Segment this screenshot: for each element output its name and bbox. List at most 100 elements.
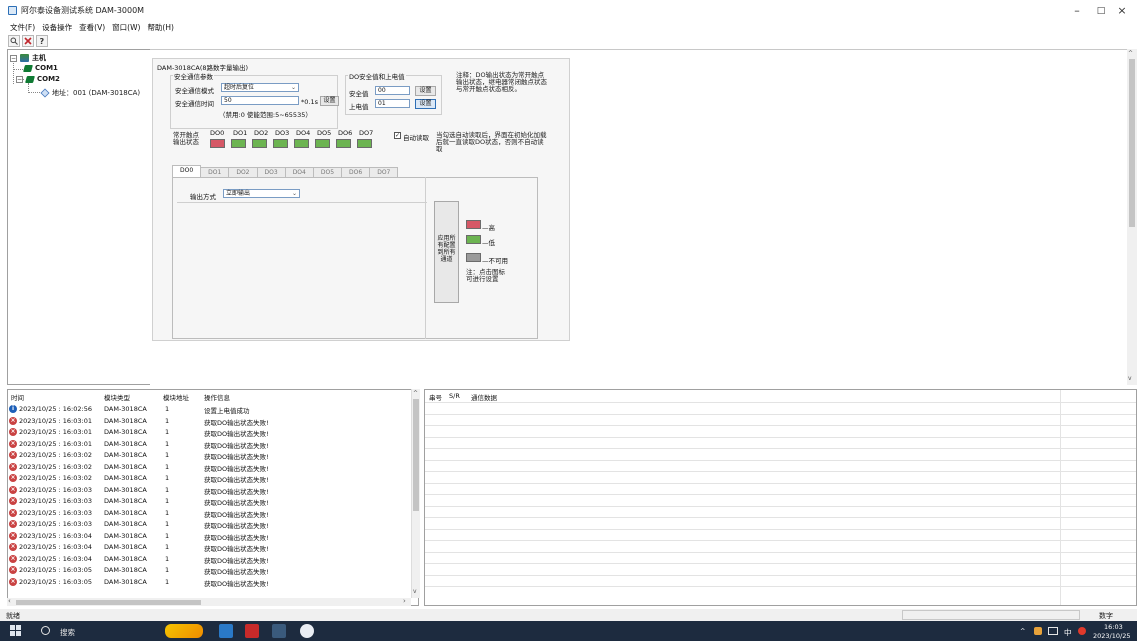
led-do6[interactable]: [336, 139, 351, 148]
ime-indicator[interactable]: 中: [1064, 627, 1072, 638]
menu-window[interactable]: 窗口(W): [112, 22, 140, 34]
clock-time[interactable]: 16:03: [1104, 623, 1123, 631]
log-row[interactable]: × 2023/10/25 : 16:03:03 DAM-3018CA 1 获取DO输出状…: [8, 484, 412, 496]
log-row[interactable]: × 2023/10/25 : 16:03:04 DAM-3018CA 1 获取DO输出状…: [8, 530, 412, 542]
app-icon: [8, 6, 17, 15]
tab-do2[interactable]: DO2: [228, 167, 258, 177]
log-horizontal-scrollbar[interactable]: ‹ ›: [7, 597, 411, 606]
channel-label: DO4: [296, 129, 311, 137]
menu-file[interactable]: 文件(F): [10, 22, 35, 34]
network-icon[interactable]: [1048, 627, 1058, 635]
log-row[interactable]: × 2023/10/25 : 16:03:02 DAM-3018CA 1 获取DO输出状…: [8, 472, 412, 484]
scroll-left-icon[interactable]: ‹: [8, 597, 11, 605]
grid-line: [425, 482, 1136, 484]
power-set-button[interactable]: 设置: [415, 99, 436, 109]
tab-do6[interactable]: DO6: [341, 167, 371, 177]
time-unit: *0.1s: [301, 98, 318, 106]
led-do4[interactable]: [294, 139, 309, 148]
tree-item-com2[interactable]: − COM2: [16, 75, 60, 83]
log-row[interactable]: × 2023/10/25 : 16:03:03 DAM-3018CA 1 获取DO输出状…: [8, 507, 412, 519]
tab-do3[interactable]: DO3: [256, 167, 286, 177]
led-do5[interactable]: [315, 139, 330, 148]
scroll-up-icon[interactable]: ^: [1128, 50, 1133, 57]
search-icon[interactable]: [41, 626, 50, 635]
log-row[interactable]: × 2023/10/25 : 16:03:03 DAM-3018CA 1 获取DO输出状…: [8, 495, 412, 507]
log-row[interactable]: × 2023/10/25 : 16:03:02 DAM-3018CA 1 获取DO输出状…: [8, 461, 412, 473]
scroll-thumb[interactable]: [16, 600, 201, 605]
tree-item-address[interactable]: 地址：001 (DAM-3018CA): [40, 88, 140, 98]
collapse-toggle[interactable]: −: [10, 54, 17, 62]
tab-do5[interactable]: DO5: [312, 167, 343, 177]
log-vertical-scrollbar[interactable]: ^ v: [411, 389, 420, 598]
tray-app-icon[interactable]: [1034, 627, 1042, 635]
weather-widget-icon[interactable]: [165, 624, 203, 638]
search-device-button[interactable]: [8, 35, 20, 47]
scroll-down-icon[interactable]: v: [413, 588, 417, 595]
tree-item-host[interactable]: − 主机: [10, 53, 46, 63]
tray-s-icon[interactable]: [1078, 627, 1086, 635]
time-input[interactable]: 50: [221, 96, 299, 105]
column-header-data[interactable]: 通信数据: [471, 392, 497, 402]
taskbar-search[interactable]: 搜索: [60, 627, 75, 638]
scroll-thumb[interactable]: [413, 399, 419, 511]
tab-do4[interactable]: DO4: [284, 167, 314, 177]
safe-set-button[interactable]: 设置: [415, 86, 436, 96]
tab-do0[interactable]: DO0: [172, 165, 202, 177]
delete-device-button[interactable]: [22, 35, 34, 47]
clock-date[interactable]: 2023/10/25: [1093, 632, 1137, 640]
close-button[interactable]: ×: [1108, 2, 1136, 19]
scroll-right-icon[interactable]: ›: [403, 597, 406, 605]
log-row[interactable]: × 2023/10/25 : 16:03:01 DAM-3018CA 1 获取DO输出状…: [8, 415, 412, 427]
legend-na-label: —不可用: [482, 257, 508, 265]
column-header-message[interactable]: 操作信息: [204, 392, 230, 402]
menu-view[interactable]: 查看(V): [79, 22, 105, 34]
column-header-type[interactable]: 模块类型: [104, 392, 130, 402]
led-do2[interactable]: [252, 139, 267, 148]
wps-icon[interactable]: [245, 624, 259, 638]
file-explorer-icon[interactable]: [219, 624, 233, 638]
app-window-icon[interactable]: [272, 624, 286, 638]
log-row[interactable]: × 2023/10/25 : 16:03:01 DAM-3018CA 1 获取DO输出状…: [8, 426, 412, 438]
menu-device[interactable]: 设备操作: [42, 22, 72, 34]
led-do1[interactable]: [231, 139, 246, 148]
output-mode-label: 输出方式: [190, 193, 216, 201]
apply-all-button[interactable]: 应用所有配置到所有通道: [434, 201, 459, 303]
tab-do7[interactable]: DO7: [369, 167, 399, 177]
start-button[interactable]: [10, 625, 22, 637]
browser-icon[interactable]: [300, 624, 314, 638]
main-vertical-scrollbar[interactable]: ^ v: [1127, 49, 1137, 385]
log-row[interactable]: i 2023/10/25 : 16:02:56 DAM-3018CA 1 设置上电值成功: [8, 403, 412, 415]
serial-port-icon: [23, 64, 33, 72]
log-row[interactable]: × 2023/10/25 : 16:03:02 DAM-3018CA 1 获取DO输出状…: [8, 449, 412, 461]
tray-overflow-icon[interactable]: ^: [1020, 627, 1025, 635]
tab-do1[interactable]: DO1: [200, 167, 230, 177]
log-row[interactable]: × 2023/10/25 : 16:03:05 DAM-3018CA 1 获取DO输出状…: [8, 564, 412, 576]
auto-read-checkbox[interactable]: ✓: [394, 132, 401, 139]
log-row[interactable]: × 2023/10/25 : 16:03:05 DAM-3018CA 1 获取DO输出状…: [8, 576, 412, 588]
column-header-time[interactable]: 时间: [11, 392, 24, 402]
collapse-toggle[interactable]: −: [16, 75, 23, 83]
output-mode-select[interactable]: 立即输出 ⌄: [223, 189, 300, 198]
scroll-thumb[interactable]: [1129, 59, 1135, 227]
led-do3[interactable]: [273, 139, 288, 148]
column-header-serial[interactable]: 串号: [429, 392, 442, 402]
scroll-down-icon[interactable]: v: [1128, 375, 1132, 382]
menu-help[interactable]: 帮助(H): [147, 22, 174, 34]
led-do7[interactable]: [357, 139, 372, 148]
led-do0[interactable]: [210, 139, 225, 148]
log-row[interactable]: × 2023/10/25 : 16:03:03 DAM-3018CA 1 获取DO输出状…: [8, 518, 412, 530]
log-row[interactable]: × 2023/10/25 : 16:03:04 DAM-3018CA 1 获取DO输出状…: [8, 553, 412, 565]
column-header-address[interactable]: 模块地址: [163, 392, 189, 402]
scroll-up-icon[interactable]: ^: [413, 390, 418, 397]
power-value-input[interactable]: 01: [375, 99, 410, 108]
column-header-sr[interactable]: S/R: [449, 392, 460, 400]
tree-item-com1[interactable]: COM1: [23, 64, 58, 72]
safe-value-input[interactable]: 00: [375, 86, 410, 95]
help-button[interactable]: ?: [36, 35, 48, 47]
log-row[interactable]: × 2023/10/25 : 16:03:01 DAM-3018CA 1 获取DO输出状…: [8, 438, 412, 450]
grid-line: [425, 505, 1136, 507]
time-set-button[interactable]: 设置: [320, 96, 339, 106]
log-row[interactable]: × 2023/10/25 : 16:03:04 DAM-3018CA 1 获取DO输出状…: [8, 541, 412, 553]
mode-select[interactable]: 超时后复位 ⌄: [221, 83, 299, 92]
log-cell-type: DAM-3018CA: [104, 474, 147, 482]
